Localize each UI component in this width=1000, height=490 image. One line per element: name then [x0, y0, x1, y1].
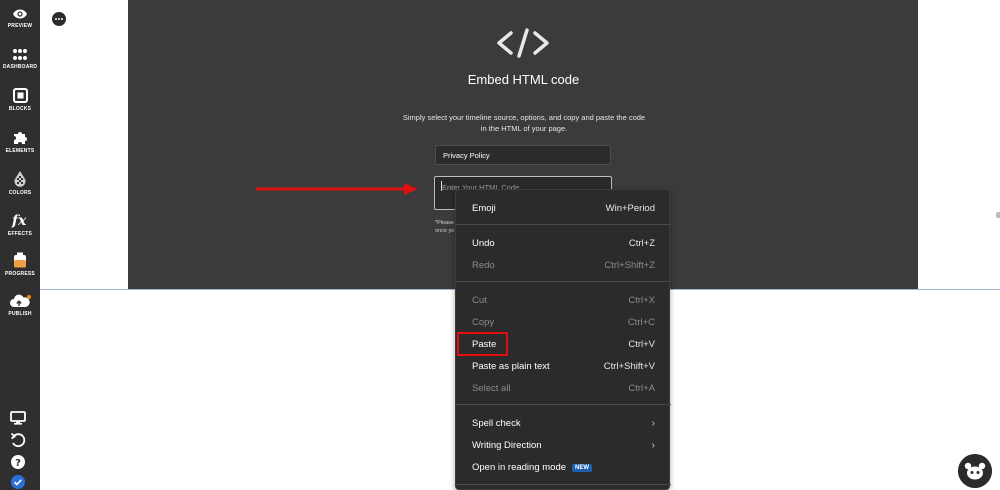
colors-button[interactable]: COLORS — [0, 170, 40, 196]
menu-item-redo[interactable]: Redo Ctrl+Shift+Z — [456, 255, 671, 275]
help-icon[interactable]: ? — [10, 454, 26, 470]
menu-label: Spell check — [472, 417, 521, 429]
publish-button[interactable]: PUBLISH — [0, 294, 40, 317]
fx-icon: fx — [11, 213, 27, 228]
monitor-icon[interactable] — [10, 410, 26, 426]
puzzle-piece-icon — [14, 132, 27, 144]
paste-highlight-box — [457, 332, 508, 356]
publish-label: PUBLISH — [8, 311, 32, 317]
menu-item-reading-mode[interactable]: Open in reading mode NEW — [456, 457, 671, 477]
menu-shortcut: Win+Period — [605, 202, 655, 214]
menu-separator — [456, 404, 671, 405]
menu-label: Emoji — [472, 202, 496, 214]
effects-label: EFFECTS — [7, 231, 33, 237]
preview-label: PREVIEW — [7, 23, 33, 29]
menu-label: Undo — [472, 237, 495, 249]
menu-shortcut: Ctrl+X — [628, 294, 655, 306]
annotation-arrow-input — [256, 183, 418, 195]
menu-item-spell-check[interactable]: Spell check › — [456, 413, 671, 433]
undo-icon[interactable] — [10, 432, 26, 448]
menu-separator — [456, 224, 671, 225]
menu-separator — [456, 484, 671, 485]
embed-description: Simply select your timeline source, opti… — [402, 113, 646, 133]
chevron-right-icon: › — [651, 417, 655, 429]
menu-item-paste-plain[interactable]: Paste as plain text Ctrl+Shift+V — [456, 356, 671, 376]
menu-label: Paste as plain text — [472, 360, 550, 372]
menu-shortcut: Ctrl+Z — [628, 237, 655, 249]
embed-title: Embed HTML code — [467, 72, 580, 87]
timeline-source-select[interactable]: Privacy Policy — [435, 145, 611, 165]
block-square-icon — [12, 88, 28, 103]
text-caret — [441, 181, 442, 191]
new-badge: NEW — [572, 463, 593, 472]
menu-shortcut: Ctrl+C — [627, 316, 655, 328]
menu-item-copy[interactable]: Copy Ctrl+C — [456, 312, 671, 332]
blocks-label: BLOCKS — [8, 106, 32, 112]
check-badge-icon[interactable] — [10, 474, 26, 490]
menu-label: Select all — [472, 382, 511, 394]
chevron-right-icon: › — [651, 439, 655, 451]
eye-icon — [13, 9, 27, 19]
menu-item-writing-direction[interactable]: Writing Direction › — [456, 435, 671, 455]
elements-button[interactable]: ELEMENTS — [0, 129, 40, 154]
menu-separator — [456, 281, 671, 282]
menu-label-wrap: Open in reading mode NEW — [472, 461, 593, 473]
menu-label: Redo — [472, 259, 495, 271]
colors-label: COLORS — [8, 190, 32, 196]
menu-label: Open in reading mode — [472, 461, 567, 473]
blocks-button[interactable]: BLOCKS — [0, 88, 40, 112]
menu-shortcut: Ctrl+Shift+V — [603, 360, 655, 372]
elements-label: ELEMENTS — [5, 148, 35, 154]
grid-dots-icon — [13, 49, 27, 60]
dashboard-label: DASHBOARD — [2, 64, 38, 70]
menu-item-cut[interactable]: Cut Ctrl+X — [456, 290, 671, 310]
menu-label: Copy — [472, 316, 495, 328]
menu-shortcut: Ctrl+Shift+Z — [604, 259, 655, 271]
menu-label: Cut — [472, 294, 487, 306]
menu-shortcut: Ctrl+A — [628, 382, 655, 394]
code-brackets-icon — [497, 28, 549, 58]
svg-text:?: ? — [15, 458, 21, 469]
effects-button[interactable]: fx EFFECTS — [0, 212, 40, 237]
more-options-button[interactable] — [52, 12, 66, 26]
checker-drop-icon — [14, 171, 26, 187]
menu-item-emoji[interactable]: Emoji Win+Period — [456, 198, 671, 218]
cloud-upload-icon — [10, 294, 31, 307]
preview-button[interactable]: PREVIEW — [0, 8, 40, 29]
assistant-bot-button[interactable] — [958, 454, 992, 488]
progress-jar-icon — [14, 252, 26, 268]
app-root: PREVIEW DASHBOARD BLOCKS ELEMENTS COLORS… — [0, 0, 1000, 490]
menu-item-undo[interactable]: Undo Ctrl+Z — [456, 233, 671, 253]
scroll-handle[interactable] — [996, 212, 1000, 218]
menu-item-select-all[interactable]: Select all Ctrl+A — [456, 378, 671, 398]
dashboard-button[interactable]: DASHBOARD — [0, 48, 40, 70]
svg-text:fx: fx — [11, 213, 27, 228]
progress-button[interactable]: PROGRESS — [0, 252, 40, 277]
menu-label: Writing Direction — [472, 439, 542, 451]
menu-shortcut: Ctrl+V — [628, 338, 655, 350]
progress-label: PROGRESS — [5, 271, 35, 277]
